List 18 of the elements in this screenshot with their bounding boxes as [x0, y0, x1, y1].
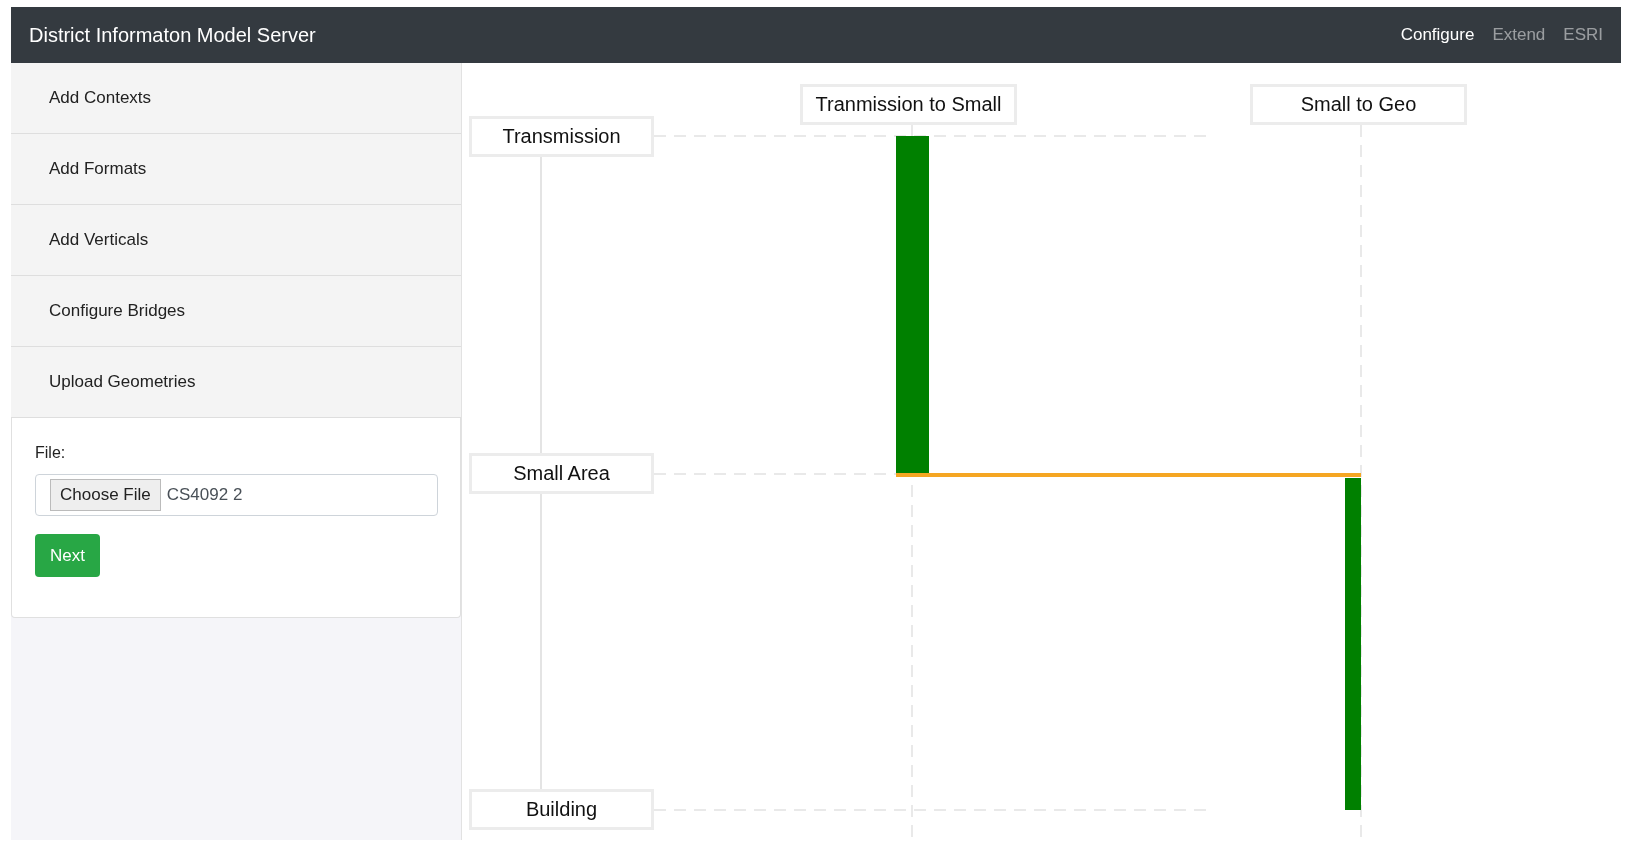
app-title[interactable]: District Informaton Model Server	[29, 23, 316, 47]
sidebar-item[interactable]: Configure Bridges	[11, 276, 461, 347]
sidebar-item[interactable]: Add Contexts	[11, 63, 461, 134]
sidebar-item[interactable]: Add Verticals	[11, 205, 461, 276]
level-node[interactable]: Building	[469, 789, 654, 830]
file-input-field[interactable]: Choose File CS4092 2	[35, 474, 438, 516]
sidebar-item[interactable]: Add Formats	[11, 134, 461, 205]
file-name: CS4092 2	[166, 485, 243, 505]
choose-file-button[interactable]: Choose File	[50, 479, 161, 511]
nav-link[interactable]: Configure	[1400, 25, 1475, 45]
level-node[interactable]: Transmission	[469, 116, 654, 157]
bridge-node[interactable]: Small to Geo	[1250, 84, 1467, 125]
nav-link[interactable]: ESRI	[1563, 25, 1603, 45]
field-label: File:	[35, 444, 66, 462]
sidebar-item[interactable]: Upload Geometries	[11, 347, 461, 418]
nav-link[interactable]: Extend	[1492, 25, 1546, 45]
level-node[interactable]: Small Area	[469, 453, 654, 494]
bridge-node[interactable]: Tranmission to Small	[800, 84, 1017, 125]
